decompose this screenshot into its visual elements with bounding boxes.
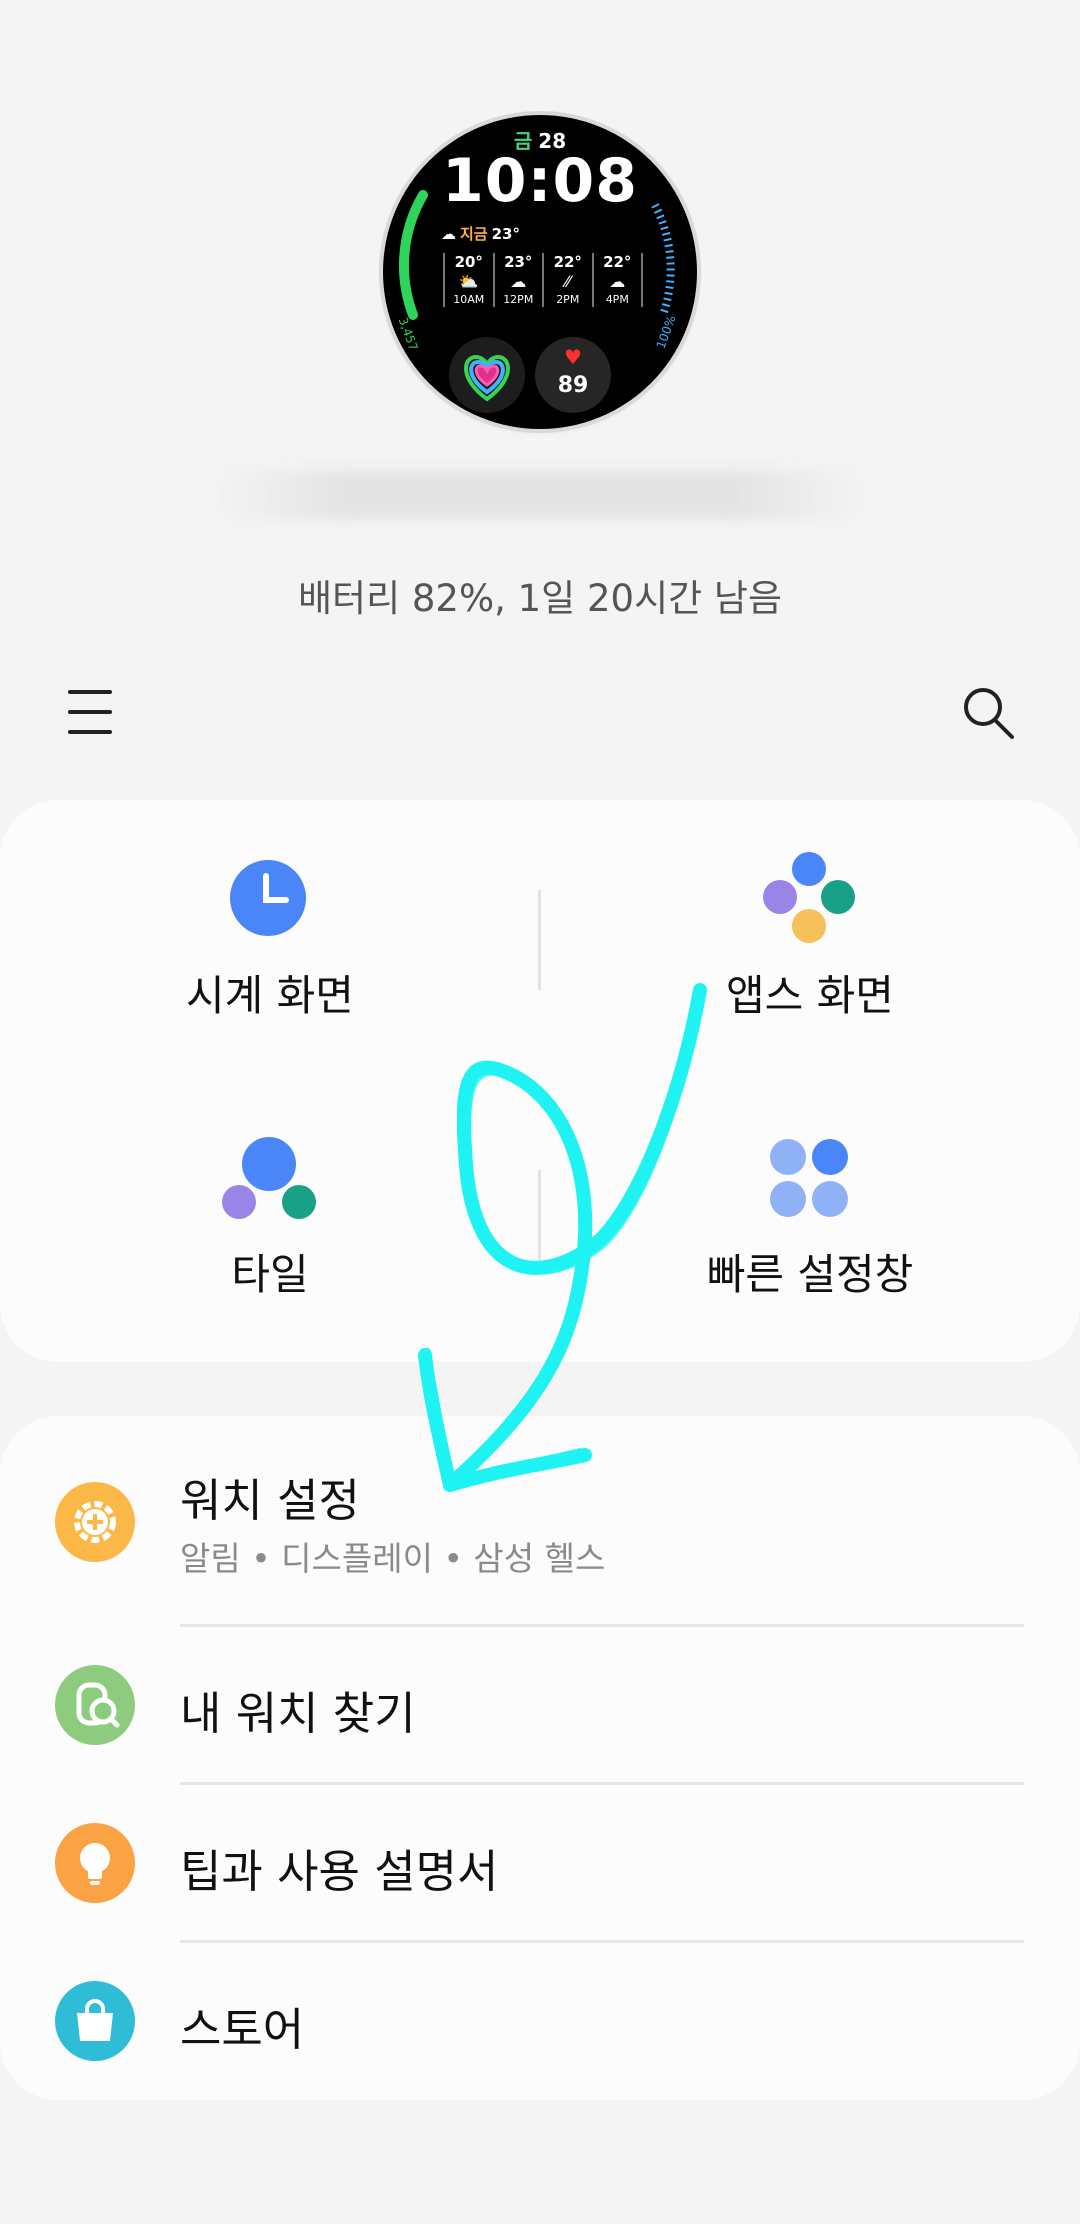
tile-tiles[interactable]: 타일 xyxy=(0,1081,540,1362)
clock-icon xyxy=(230,860,306,936)
list-item-title: 내 워치 찾기 xyxy=(180,1687,416,1740)
tile-label: 앱스 화면 xyxy=(726,971,894,1020)
list-item-tips[interactable]: 팁과 사용 설명서 xyxy=(0,1785,1080,1941)
device-name-blurred xyxy=(215,470,865,520)
watch-time: 10:08 xyxy=(442,146,638,216)
watch-face-preview[interactable]: 금 28 10:08 ☁ 지금 23° 20° ⛅ 10AM 23° ☁ 12PM 2… xyxy=(383,115,697,429)
list-item-subtitle: 알림 • 디스플레이 • 삼성 헬스 xyxy=(180,1539,606,1578)
heart-icon: ♥ xyxy=(564,345,582,369)
quick-grid-card: 시계 화면 앱스 화면 타일 빠른 설정창 xyxy=(0,800,1080,1362)
cloud-icon: ☁ xyxy=(510,272,527,291)
quick-panel-icon xyxy=(770,1139,848,1217)
search-icon[interactable] xyxy=(956,680,1020,744)
gear-icon xyxy=(55,1482,135,1562)
forecast-item: 22° ⁄⁄ 2PM xyxy=(542,253,592,307)
tiles-icon xyxy=(222,1137,316,1219)
forecast-item: 22° ☁ 4PM xyxy=(591,253,643,307)
hamburger-menu-icon[interactable] xyxy=(60,684,120,740)
menu-list-card: 워치 설정 알림 • 디스플레이 • 삼성 헬스 내 워치 찾기 팁과 사용 설… xyxy=(0,1416,1080,2100)
list-item-watch-settings[interactable]: 워치 설정 알림 • 디스플레이 • 삼성 헬스 xyxy=(0,1416,1080,1626)
apps-dots-icon xyxy=(763,852,855,943)
list-item-title: 워치 설정 xyxy=(180,1474,360,1527)
tile-label: 빠른 설정창 xyxy=(706,1250,914,1299)
rain-icon: ⁄⁄ xyxy=(565,272,571,291)
battery-status: 배터리 82%, 1일 20시간 남음 xyxy=(298,577,782,620)
forecast-item: 23° ☁ 12PM xyxy=(492,253,543,307)
list-item-store[interactable]: 스토어 xyxy=(0,1943,1080,2099)
activity-rings-icon xyxy=(449,337,525,413)
list-item-find-watch[interactable]: 내 워치 찾기 xyxy=(0,1627,1080,1783)
cloud-icon: ☁ xyxy=(609,272,626,291)
find-watch-icon xyxy=(55,1665,135,1745)
tile-label: 타일 xyxy=(231,1250,309,1299)
sun-cloud-icon: ☁ xyxy=(441,225,456,243)
lightbulb-icon xyxy=(55,1823,135,1903)
list-item-title: 스토어 xyxy=(180,2003,305,2056)
heart-rate-complication: ♥ 89 xyxy=(535,337,611,413)
forecast-item: 20° ⛅ 10AM xyxy=(443,253,493,307)
sun-cloud-icon: ⛅ xyxy=(458,272,479,291)
tile-apps[interactable]: 앱스 화면 xyxy=(540,800,1080,1081)
watch-forecast: 20° ⛅ 10AM 23° ☁ 12PM 22° ⁄⁄ 2PM 22° ☁ 4… xyxy=(443,253,643,307)
watch-current-weather: ☁ 지금 23° xyxy=(441,225,520,243)
shopping-bag-icon xyxy=(55,1981,135,2061)
tile-watch-faces[interactable]: 시계 화면 xyxy=(0,800,540,1081)
tile-label: 시계 화면 xyxy=(186,971,354,1020)
tile-quick-panel[interactable]: 빠른 설정창 xyxy=(540,1081,1080,1362)
list-item-title: 팁과 사용 설명서 xyxy=(180,1845,499,1898)
